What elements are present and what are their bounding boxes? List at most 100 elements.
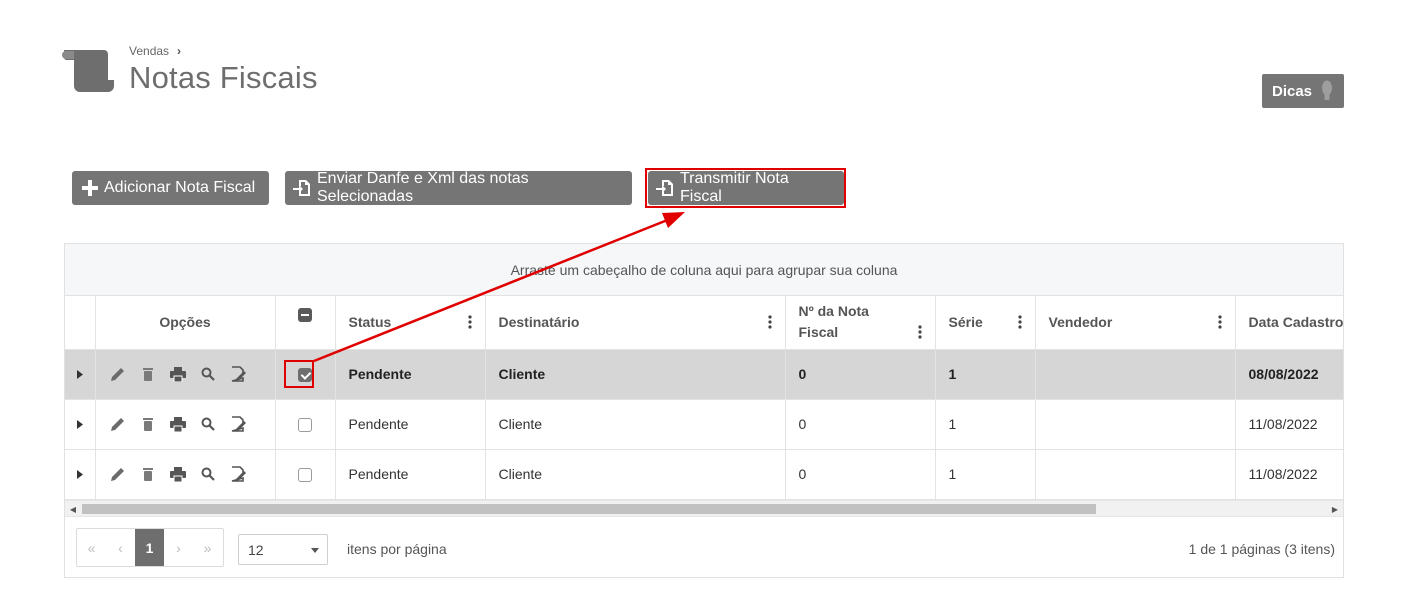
page-size-value: 12: [248, 541, 264, 558]
recipient-cell: Cliente: [485, 449, 786, 500]
page-title: Notas Fiscais: [129, 60, 318, 95]
column-header-status[interactable]: Status: [335, 296, 486, 350]
status-cell: Pendente: [335, 399, 486, 450]
column-header-series[interactable]: Série: [935, 296, 1036, 350]
expand-cell[interactable]: [65, 399, 96, 450]
breadcrumb: Vendas ›: [129, 44, 181, 58]
edit-document-icon[interactable]: [230, 466, 246, 482]
page-size-select[interactable]: 12: [238, 534, 328, 565]
print-icon[interactable]: [169, 416, 186, 432]
scroll-right-arrow[interactable]: ▶: [1327, 501, 1343, 517]
next-page-button[interactable]: ›: [164, 529, 193, 566]
invoice-number-header-label: Nº da Nota Fiscal: [798, 303, 869, 341]
seller-cell: [1035, 449, 1236, 500]
chevron-down-icon: [311, 548, 319, 553]
expand-cell[interactable]: [65, 349, 96, 400]
caret-right-icon[interactable]: [76, 420, 83, 429]
row-select-cell: [275, 349, 336, 400]
last-page-button[interactable]: »: [193, 529, 222, 566]
tips-button[interactable]: Dicas: [1262, 74, 1344, 108]
column-menu-icon[interactable]: [467, 315, 472, 329]
file-import-icon: [293, 180, 310, 196]
search-icon[interactable]: [201, 367, 215, 381]
created-date-header-label: Data Cadastro: [1248, 314, 1344, 331]
header-row: Opções Status Destinatário Nº da Nota Fi…: [65, 296, 1344, 350]
column-header-seller[interactable]: Vendedor: [1035, 296, 1236, 350]
breadcrumb-separator: ›: [177, 44, 182, 58]
transmit-invoice-button[interactable]: Transmitir Nota Fiscal: [648, 170, 844, 205]
created-date-cell: 08/08/2022: [1235, 349, 1343, 400]
edit-document-icon[interactable]: [230, 366, 246, 382]
search-icon[interactable]: [201, 467, 215, 481]
table-row[interactable]: Pendente Cliente 0 1 11/08/2022: [65, 449, 1343, 500]
column-menu-icon[interactable]: [767, 315, 772, 329]
add-invoice-button[interactable]: Adicionar Nota Fiscal: [72, 171, 269, 205]
trash-icon[interactable]: [141, 417, 155, 431]
scroll-icon: [62, 50, 114, 92]
recipient-header-label: Destinatário: [498, 314, 580, 331]
series-cell: 1: [935, 399, 1036, 450]
horizontal-scrollbar[interactable]: ◀ ▶: [65, 500, 1343, 516]
options-header: Opções: [95, 296, 276, 350]
caret-right-icon[interactable]: [76, 370, 83, 379]
series-cell: 1: [935, 449, 1036, 500]
current-page-button[interactable]: 1: [135, 529, 164, 566]
recipient-cell: Cliente: [485, 399, 786, 450]
row-checkbox[interactable]: [298, 468, 312, 483]
row-checkbox[interactable]: [298, 418, 312, 433]
series-header-label: Série: [948, 314, 983, 331]
trash-icon[interactable]: [141, 467, 155, 481]
print-icon[interactable]: [169, 466, 186, 482]
expand-cell[interactable]: [65, 449, 96, 500]
lightbulb-icon: [1322, 80, 1333, 100]
row-actions: [95, 349, 276, 400]
trash-icon[interactable]: [141, 367, 155, 381]
plus-icon: [82, 180, 98, 196]
column-header-invoice-number[interactable]: Nº da Nota Fiscal: [785, 296, 936, 350]
pager: « ‹ 1 › » 12 itens por página 1 de 1 pág…: [65, 516, 1343, 577]
page-size-label: itens por página: [347, 541, 447, 557]
series-cell: 1: [935, 349, 1036, 400]
caret-right-icon[interactable]: [76, 470, 83, 479]
search-icon[interactable]: [201, 417, 215, 431]
prev-page-button[interactable]: ‹: [106, 529, 135, 566]
invoice-number-cell: 0: [785, 399, 936, 450]
created-date-cell: 11/08/2022: [1235, 399, 1343, 450]
select-all-checkbox[interactable]: [298, 308, 312, 323]
column-menu-icon[interactable]: [1017, 315, 1022, 329]
pencil-icon[interactable]: [110, 416, 126, 432]
seller-cell: [1035, 349, 1236, 400]
table-row[interactable]: Pendente Cliente 0 1 08/08/2022: [65, 349, 1343, 400]
expand-header: [65, 296, 96, 350]
seller-cell: [1035, 399, 1236, 450]
table-row[interactable]: Pendente Cliente 0 1 11/08/2022: [65, 399, 1343, 450]
scrollbar-thumb[interactable]: [82, 504, 1096, 514]
tips-button-label: Dicas: [1272, 82, 1313, 100]
invoice-grid: Arraste um cabeçalho de coluna aqui para…: [64, 243, 1344, 578]
column-header-created-date[interactable]: Data Cadastro: [1235, 296, 1344, 350]
row-select-cell: [275, 399, 336, 450]
group-panel[interactable]: Arraste um cabeçalho de coluna aqui para…: [65, 244, 1343, 296]
first-page-button[interactable]: «: [77, 529, 106, 566]
select-all-header[interactable]: [275, 296, 336, 350]
send-danfe-xml-button[interactable]: Enviar Danfe e Xml das notas Selecionada…: [285, 170, 632, 205]
column-menu-icon[interactable]: [1217, 315, 1222, 329]
page-buttons: « ‹ 1 › »: [76, 528, 224, 567]
transmit-invoice-label: Transmitir Nota Fiscal: [680, 170, 789, 205]
row-actions: [95, 399, 276, 450]
print-icon[interactable]: [169, 366, 186, 382]
row-select-cell: [275, 449, 336, 500]
column-menu-icon[interactable]: [917, 325, 922, 339]
edit-document-icon[interactable]: [230, 416, 246, 432]
breadcrumb-vendas[interactable]: Vendas: [129, 44, 169, 58]
column-header-recipient[interactable]: Destinatário: [485, 296, 786, 350]
seller-header-label: Vendedor: [1048, 314, 1113, 331]
scroll-left-arrow[interactable]: ◀: [65, 501, 81, 517]
status-cell: Pendente: [335, 349, 486, 400]
pencil-icon[interactable]: [110, 366, 126, 382]
row-checkbox[interactable]: [298, 368, 312, 383]
invoice-number-cell: 0: [785, 349, 936, 400]
pencil-icon[interactable]: [110, 466, 126, 482]
row-actions: [95, 449, 276, 500]
file-import-icon: [656, 180, 673, 196]
